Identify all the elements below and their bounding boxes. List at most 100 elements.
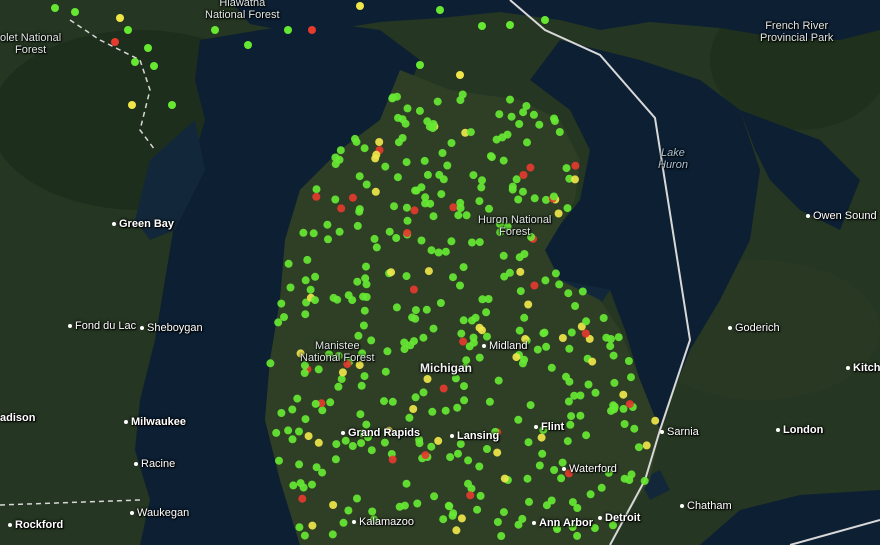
station-point[interactable] — [447, 139, 456, 147]
station-point[interactable] — [456, 71, 464, 79]
station-point[interactable] — [331, 455, 340, 464]
station-point[interactable] — [331, 195, 340, 204]
station-point[interactable] — [439, 515, 448, 524]
station-point[interactable] — [541, 16, 549, 24]
station-point[interactable] — [303, 255, 312, 264]
station-point[interactable] — [362, 262, 370, 271]
station-point[interactable] — [541, 276, 550, 285]
station-point[interactable] — [295, 427, 303, 436]
station-point[interactable] — [280, 313, 288, 322]
satellite-map[interactable]: Hiawatha National Forest olet National F… — [0, 0, 880, 545]
station-point[interactable] — [614, 333, 623, 342]
station-point[interactable] — [337, 204, 346, 213]
station-point[interactable] — [356, 410, 365, 419]
station-point[interactable] — [308, 26, 316, 34]
station-point[interactable] — [457, 514, 466, 523]
station-point[interactable] — [333, 295, 342, 304]
station-point[interactable] — [71, 8, 79, 16]
station-point[interactable] — [475, 353, 484, 362]
station-point[interactable] — [360, 372, 369, 381]
station-point[interactable] — [564, 397, 573, 406]
station-point[interactable] — [348, 442, 357, 450]
station-point[interactable] — [453, 403, 462, 412]
station-point[interactable] — [328, 530, 337, 539]
station-point[interactable] — [408, 313, 417, 322]
station-point[interactable] — [362, 280, 371, 289]
station-point[interactable] — [499, 156, 508, 165]
station-point[interactable] — [564, 289, 573, 298]
station-point[interactable] — [416, 61, 424, 69]
station-point[interactable] — [402, 272, 411, 281]
station-point[interactable] — [306, 285, 315, 294]
station-point[interactable] — [387, 268, 396, 277]
station-point[interactable] — [338, 368, 347, 377]
station-point[interactable] — [339, 518, 348, 527]
station-point[interactable] — [301, 415, 310, 424]
station-point[interactable] — [634, 443, 643, 452]
station-point[interactable] — [476, 491, 485, 500]
station-point[interactable] — [523, 474, 532, 483]
station-point[interactable] — [311, 296, 319, 305]
station-point[interactable] — [468, 316, 476, 325]
station-point[interactable] — [514, 415, 523, 424]
station-point[interactable] — [539, 329, 548, 338]
station-point[interactable] — [555, 280, 564, 289]
station-point[interactable] — [423, 170, 432, 179]
station-point[interactable] — [400, 345, 409, 354]
station-point[interactable] — [435, 170, 444, 179]
station-point[interactable] — [392, 234, 401, 242]
station-point[interactable] — [507, 112, 516, 121]
station-point[interactable] — [355, 207, 364, 216]
station-point[interactable] — [571, 161, 580, 170]
station-point[interactable] — [475, 197, 484, 206]
station-point[interactable] — [390, 202, 398, 211]
station-point[interactable] — [499, 508, 508, 517]
station-point[interactable] — [368, 507, 377, 516]
station-point[interactable] — [355, 172, 364, 181]
station-point[interactable] — [284, 426, 293, 435]
station-point[interactable] — [487, 153, 496, 162]
station-point[interactable] — [116, 14, 124, 22]
station-point[interactable] — [506, 21, 514, 29]
station-point[interactable] — [335, 155, 344, 164]
station-point[interactable] — [597, 483, 606, 492]
station-point[interactable] — [508, 185, 517, 194]
station-point[interactable] — [427, 442, 436, 451]
station-point[interactable] — [211, 26, 219, 34]
station-point[interactable] — [344, 291, 353, 300]
station-point[interactable] — [515, 120, 524, 128]
station-point[interactable] — [413, 499, 422, 508]
station-point[interactable] — [351, 134, 359, 143]
station-point[interactable] — [311, 399, 320, 408]
station-point[interactable] — [515, 253, 524, 262]
station-point[interactable] — [301, 310, 310, 319]
station-point[interactable] — [469, 171, 478, 180]
station-point[interactable] — [360, 144, 369, 153]
station-point[interactable] — [438, 149, 447, 157]
station-point[interactable] — [131, 58, 139, 66]
station-point[interactable] — [535, 120, 544, 129]
station-point[interactable] — [439, 384, 448, 393]
station-point[interactable] — [441, 406, 450, 415]
station-point[interactable] — [383, 347, 392, 356]
station-point[interactable] — [448, 511, 457, 520]
station-point[interactable] — [298, 494, 307, 503]
station-point[interactable] — [524, 300, 533, 309]
station-point[interactable] — [360, 306, 369, 315]
station-point[interactable] — [478, 176, 486, 185]
station-point[interactable] — [309, 229, 318, 238]
station-point[interactable] — [503, 130, 512, 139]
station-point[interactable] — [550, 466, 559, 474]
station-point[interactable] — [312, 192, 321, 201]
station-point[interactable] — [478, 326, 486, 335]
station-point[interactable] — [429, 324, 438, 333]
station-point[interactable] — [519, 108, 528, 117]
station-point[interactable] — [516, 287, 525, 296]
station-point[interactable] — [403, 229, 412, 237]
station-point[interactable] — [547, 363, 556, 372]
station-point[interactable] — [335, 227, 344, 236]
station-point[interactable] — [525, 497, 533, 506]
station-point[interactable] — [124, 26, 132, 34]
station-point[interactable] — [582, 317, 591, 326]
station-point[interactable] — [380, 438, 389, 447]
